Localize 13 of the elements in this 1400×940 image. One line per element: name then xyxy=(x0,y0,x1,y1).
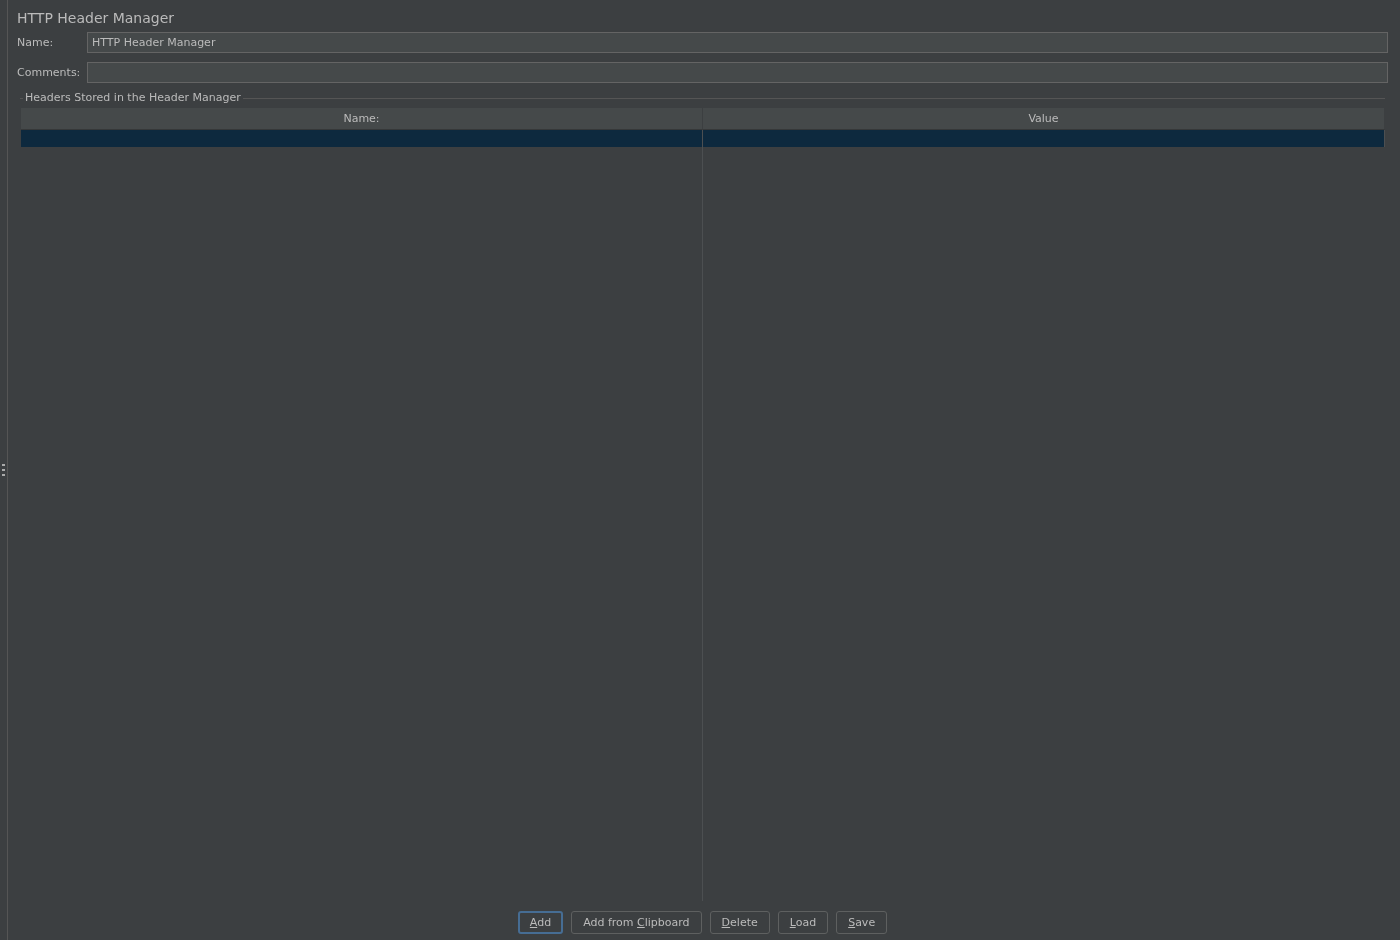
action-button[interactable]: Load xyxy=(777,911,829,934)
action-button[interactable]: Add from Clipboard xyxy=(571,911,702,934)
action-button[interactable]: Save xyxy=(836,911,888,934)
action-button[interactable]: Delete xyxy=(709,911,770,934)
drag-handle-icon[interactable] xyxy=(2,464,5,476)
group-title: Headers Stored in the Header Manager xyxy=(23,91,243,104)
panel-title: HTTP Header Manager xyxy=(17,10,176,26)
input-field[interactable] xyxy=(87,62,1388,83)
field-label: Comments: xyxy=(17,66,82,79)
field-label: Name: xyxy=(17,36,55,49)
table-row[interactable] xyxy=(21,130,1385,147)
input-field[interactable]: HTTP Header Manager xyxy=(87,32,1388,53)
action-button[interactable]: Add xyxy=(517,911,564,934)
